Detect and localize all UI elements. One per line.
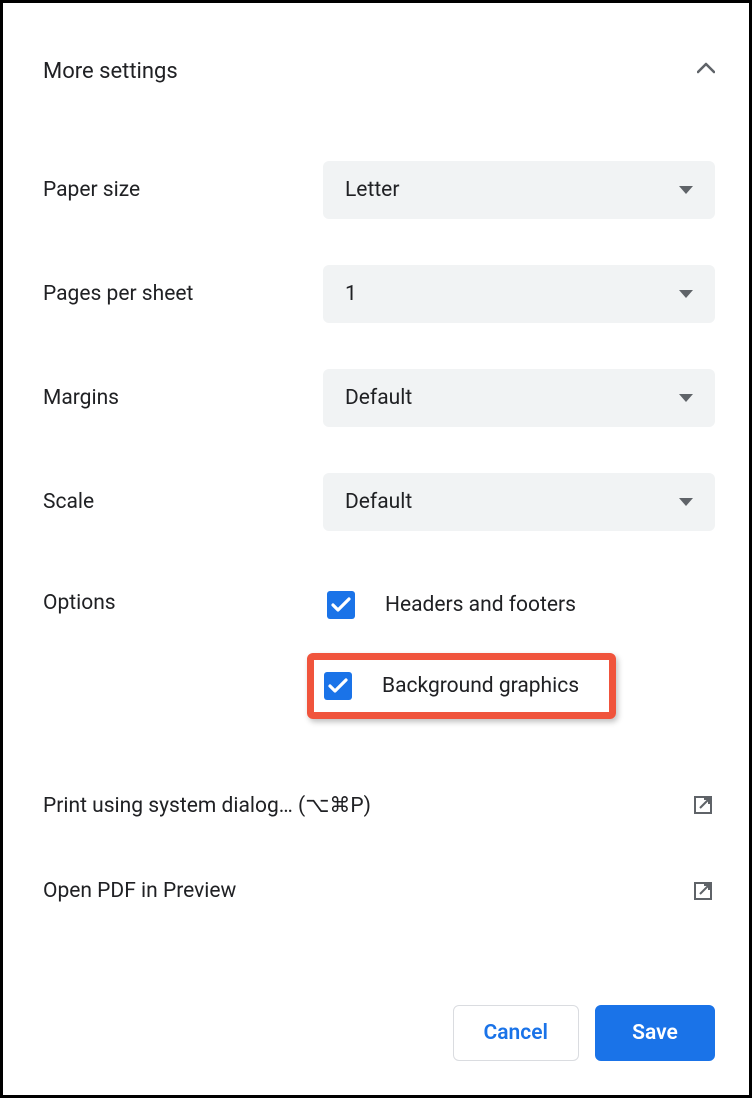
save-button-label: Save: [632, 1021, 678, 1045]
paper-size-row: Paper size Letter: [43, 161, 715, 219]
open-external-icon: [691, 793, 715, 817]
headers-footers-option[interactable]: Headers and footers: [323, 585, 715, 625]
background-graphics-checkbox[interactable]: [324, 672, 352, 700]
paper-size-select[interactable]: Letter: [323, 161, 715, 219]
open-external-icon: [691, 879, 715, 903]
margins-label: Margins: [43, 386, 323, 410]
paper-size-value: Letter: [345, 178, 399, 202]
dialog-buttons: Cancel Save: [43, 1005, 715, 1067]
more-settings-title: More settings: [43, 59, 178, 84]
scale-value: Default: [345, 490, 412, 514]
background-graphics-label: Background graphics: [382, 674, 579, 698]
save-button[interactable]: Save: [595, 1005, 715, 1061]
pages-per-sheet-label: Pages per sheet: [43, 282, 323, 306]
scale-select[interactable]: Default: [323, 473, 715, 531]
more-settings-panel: More settings Paper size Letter Pages pe…: [0, 0, 752, 1098]
options-label: Options: [43, 585, 323, 615]
print-system-dialog-link[interactable]: Print using system dialog… (⌥⌘P): [43, 785, 715, 825]
scale-label: Scale: [43, 490, 323, 514]
dropdown-icon: [679, 290, 693, 298]
cancel-button-label: Cancel: [484, 1021, 548, 1045]
margins-value: Default: [345, 386, 412, 410]
open-pdf-preview-text: Open PDF in Preview: [43, 879, 236, 903]
dropdown-icon: [679, 498, 693, 506]
headers-footers-checkbox[interactable]: [327, 591, 355, 619]
pages-per-sheet-select[interactable]: 1: [323, 265, 715, 323]
dropdown-icon: [679, 186, 693, 194]
background-graphics-highlight: Background graphics: [307, 653, 616, 719]
open-pdf-preview-link[interactable]: Open PDF in Preview: [43, 871, 715, 911]
print-system-dialog-text: Print using system dialog… (⌥⌘P): [43, 793, 371, 818]
dropdown-icon: [679, 394, 693, 402]
pages-per-sheet-value: 1: [345, 282, 357, 306]
margins-row: Margins Default: [43, 369, 715, 427]
cancel-button[interactable]: Cancel: [453, 1005, 579, 1061]
scale-row: Scale Default: [43, 473, 715, 531]
paper-size-label: Paper size: [43, 178, 323, 202]
more-settings-header[interactable]: More settings: [43, 43, 715, 99]
options-row: Options Headers and footers Background g…: [43, 585, 715, 725]
headers-footers-label: Headers and footers: [385, 593, 576, 617]
chevron-up-icon: [697, 62, 715, 80]
margins-select[interactable]: Default: [323, 369, 715, 427]
pages-per-sheet-row: Pages per sheet 1: [43, 265, 715, 323]
